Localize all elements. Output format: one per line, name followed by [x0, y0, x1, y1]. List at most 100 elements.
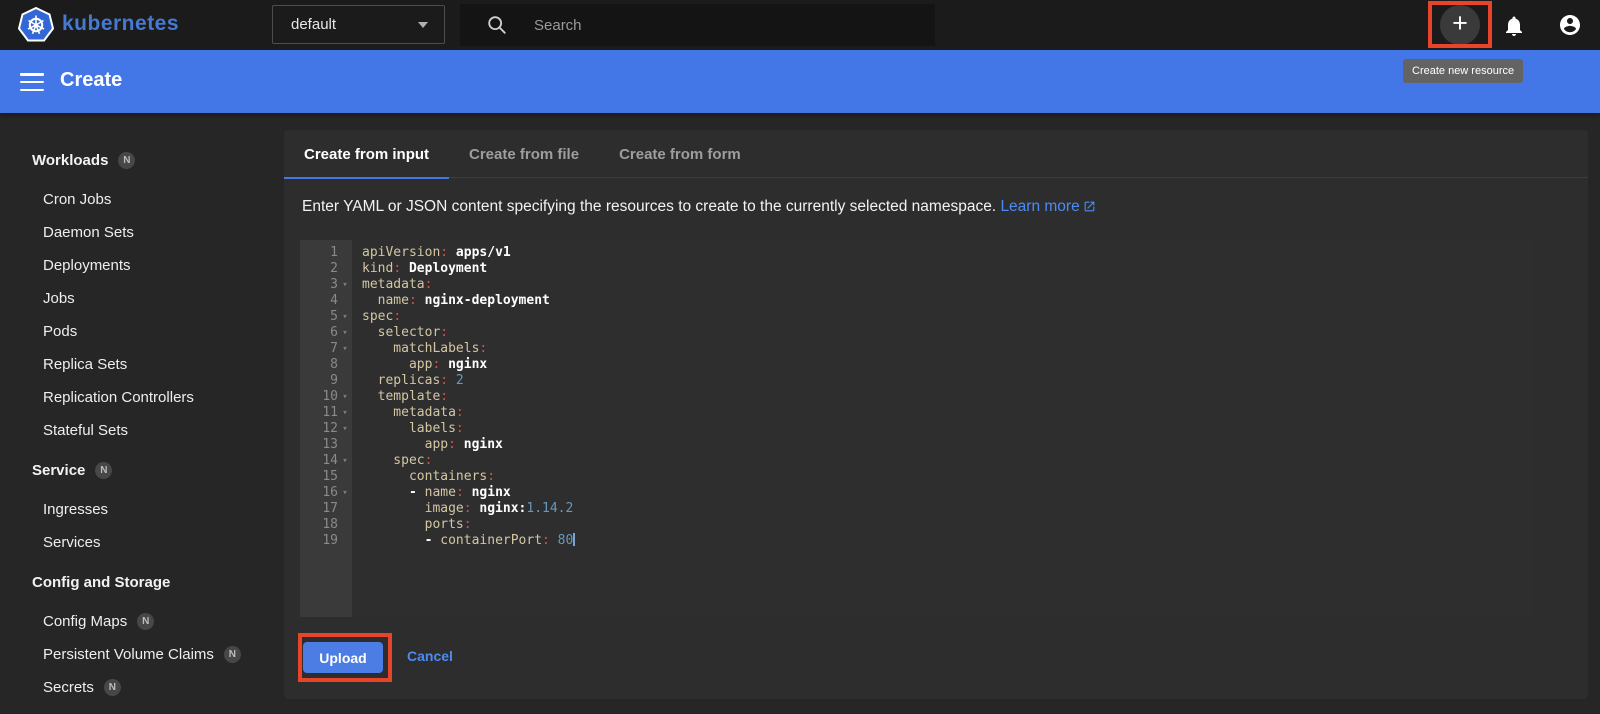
instruction-text-body: Enter YAML or JSON content specifying th…	[302, 198, 997, 215]
fold-toggle-icon[interactable]: ▾	[338, 405, 352, 421]
account-button[interactable]	[1558, 13, 1582, 37]
sidebar-item-deployments[interactable]: Deployments	[0, 249, 277, 282]
gutter-line: 4	[330, 293, 338, 308]
code-line: matchLabels:	[362, 341, 488, 356]
editor-code[interactable]: apiVersion: apps/v1 kind: Deployment metad…	[352, 240, 1533, 617]
gutter-line: 14 ▾	[300, 453, 352, 469]
chevron-down-icon	[418, 21, 428, 28]
sidebar-item-secrets[interactable]: Secrets N	[0, 671, 277, 704]
code-line: template:	[362, 389, 449, 404]
sidebar-item-replication-controllers[interactable]: Replication Controllers	[0, 381, 277, 414]
tooltip-create-new-resource: Create new resource	[1403, 59, 1524, 83]
namespaced-badge: N	[95, 461, 113, 479]
sidebar-item-stateful-sets[interactable]: Stateful Sets	[0, 414, 277, 447]
gutter-line: 15	[322, 469, 338, 484]
sidebar-item-jobs[interactable]: Jobs	[0, 282, 277, 315]
text-cursor	[573, 533, 576, 546]
code-line: metadata:	[362, 277, 433, 292]
search-input[interactable]	[534, 16, 864, 34]
sidebar-item-daemon-sets[interactable]: Daemon Sets	[0, 216, 277, 249]
sidebar-item-persistent-volume-claims[interactable]: Persistent Volume Claims N	[0, 638, 277, 671]
namespaced-badge: N	[118, 151, 136, 169]
gutter-line: 2	[330, 261, 338, 276]
search-icon	[488, 16, 506, 34]
page-title: Create	[60, 69, 123, 91]
code-line: selector:	[362, 325, 449, 340]
tab-create-from-input[interactable]: Create from input	[284, 130, 450, 179]
gutter-line: 12 ▾	[300, 421, 352, 437]
code-line: name: nginx-deployment	[362, 293, 550, 308]
sidebar-section-service[interactable]: Service N	[0, 447, 277, 493]
fold-toggle-icon[interactable]: ▾	[338, 421, 352, 437]
code-line: kind: Deployment	[362, 261, 488, 276]
yaml-editor[interactable]: 1 2 3 ▾ 4 5 ▾ 6 ▾ 7 ▾ 8 9 10 ▾ 11 ▾ 12 ▾ 13 14 ▾ 15 16 ▾ 17 18 19 a…	[300, 240, 1533, 617]
gutter-line: 9	[330, 373, 338, 388]
gutter-line: 17	[322, 501, 338, 516]
gutter-line: 11 ▾	[300, 405, 352, 421]
namespace-selector[interactable]: default	[272, 5, 445, 44]
kubernetes-logo	[17, 6, 55, 43]
account-icon	[1560, 15, 1580, 35]
fold-toggle-icon[interactable]: ▾	[338, 453, 352, 469]
fold-toggle-icon[interactable]: ▾	[338, 277, 352, 293]
sidebar-section-workloads[interactable]: Workloads N	[0, 137, 277, 183]
gutter-line: 5 ▾	[300, 309, 352, 325]
bell-icon	[1506, 16, 1522, 36]
fold-toggle-icon[interactable]: ▾	[338, 341, 352, 357]
code-line: - containerPort: 80	[362, 533, 576, 548]
sidebar-nav: Workloads N Cron Jobs Daemon Sets Deployment…	[0, 113, 277, 714]
sidebar-section-config-and-storage[interactable]: Config and Storage	[0, 559, 277, 605]
gutter-line: 1	[330, 245, 338, 260]
gutter-line: 3 ▾	[300, 277, 352, 293]
code-line: metadata:	[362, 405, 464, 420]
learn-more-link[interactable]: Learn more	[1000, 198, 1095, 215]
gutter-line: 10 ▾	[300, 389, 352, 405]
annotation-highlight-upload	[298, 633, 392, 682]
code-line: replicas: 2	[362, 373, 464, 388]
namespaced-badge: N	[103, 679, 121, 696]
gutter-line: 16 ▾	[300, 485, 352, 501]
namespaced-badge: N	[137, 613, 155, 630]
create-card: Create from input Create from file Create …	[284, 130, 1588, 699]
sidebar-item-services[interactable]: Services	[0, 526, 277, 559]
gutter-line: 8	[330, 357, 338, 372]
fold-toggle-icon[interactable]: ▾	[338, 309, 352, 325]
code-line: labels:	[362, 421, 464, 436]
fold-toggle-icon[interactable]: ▾	[338, 485, 352, 501]
gutter-line: 6 ▾	[300, 325, 352, 341]
gutter-line: 19	[322, 533, 338, 548]
sidebar-item-cron-jobs[interactable]: Cron Jobs	[0, 183, 277, 216]
open-in-new-icon	[1084, 201, 1095, 212]
code-line: image: nginx:1.14.2	[362, 501, 574, 516]
tab-create-from-form[interactable]: Create from form	[599, 130, 761, 178]
sidebar-item-config-maps[interactable]: Config Maps N	[0, 605, 277, 638]
sidebar-item-pods[interactable]: Pods	[0, 315, 277, 348]
instruction-text: Enter YAML or JSON content specifying th…	[302, 198, 1562, 216]
menu-icon[interactable]	[20, 73, 44, 91]
fold-toggle-icon[interactable]: ▾	[338, 389, 352, 405]
tab-create-from-file[interactable]: Create from file	[449, 130, 599, 178]
code-line: apiVersion: apps/v1	[362, 245, 511, 260]
code-line: spec:	[362, 453, 433, 468]
gutter-line: 13	[322, 437, 338, 452]
top-app-bar: kubernetes default +	[0, 0, 1600, 50]
namespace-selected-value: default	[291, 16, 337, 33]
code-line: containers:	[362, 469, 496, 484]
search-bar[interactable]	[460, 4, 935, 46]
notifications-button[interactable]	[1502, 14, 1526, 38]
cancel-button[interactable]: Cancel	[407, 648, 453, 664]
code-line: spec:	[362, 309, 402, 324]
code-line: app: nginx	[362, 437, 503, 452]
tab-bar: Create from input Create from file Create …	[284, 130, 1588, 179]
annotation-highlight-plus	[1428, 1, 1492, 48]
sidebar-item-replica-sets[interactable]: Replica Sets	[0, 348, 277, 381]
editor-gutter: 1 2 3 ▾ 4 5 ▾ 6 ▾ 7 ▾ 8 9 10 ▾ 11 ▾ 12 ▾ 13 14 ▾ 15 16 ▾ 17 18 19	[300, 240, 352, 617]
gutter-line: 7 ▾	[300, 341, 352, 357]
gutter-line: 18	[322, 517, 338, 532]
code-line: ports:	[362, 517, 472, 532]
code-line: app: nginx	[362, 357, 488, 372]
fold-toggle-icon[interactable]: ▾	[338, 325, 352, 341]
code-line: - name: nginx	[362, 485, 511, 500]
sidebar-item-ingresses[interactable]: Ingresses	[0, 493, 277, 526]
page-toolbar: Create	[0, 50, 1600, 113]
